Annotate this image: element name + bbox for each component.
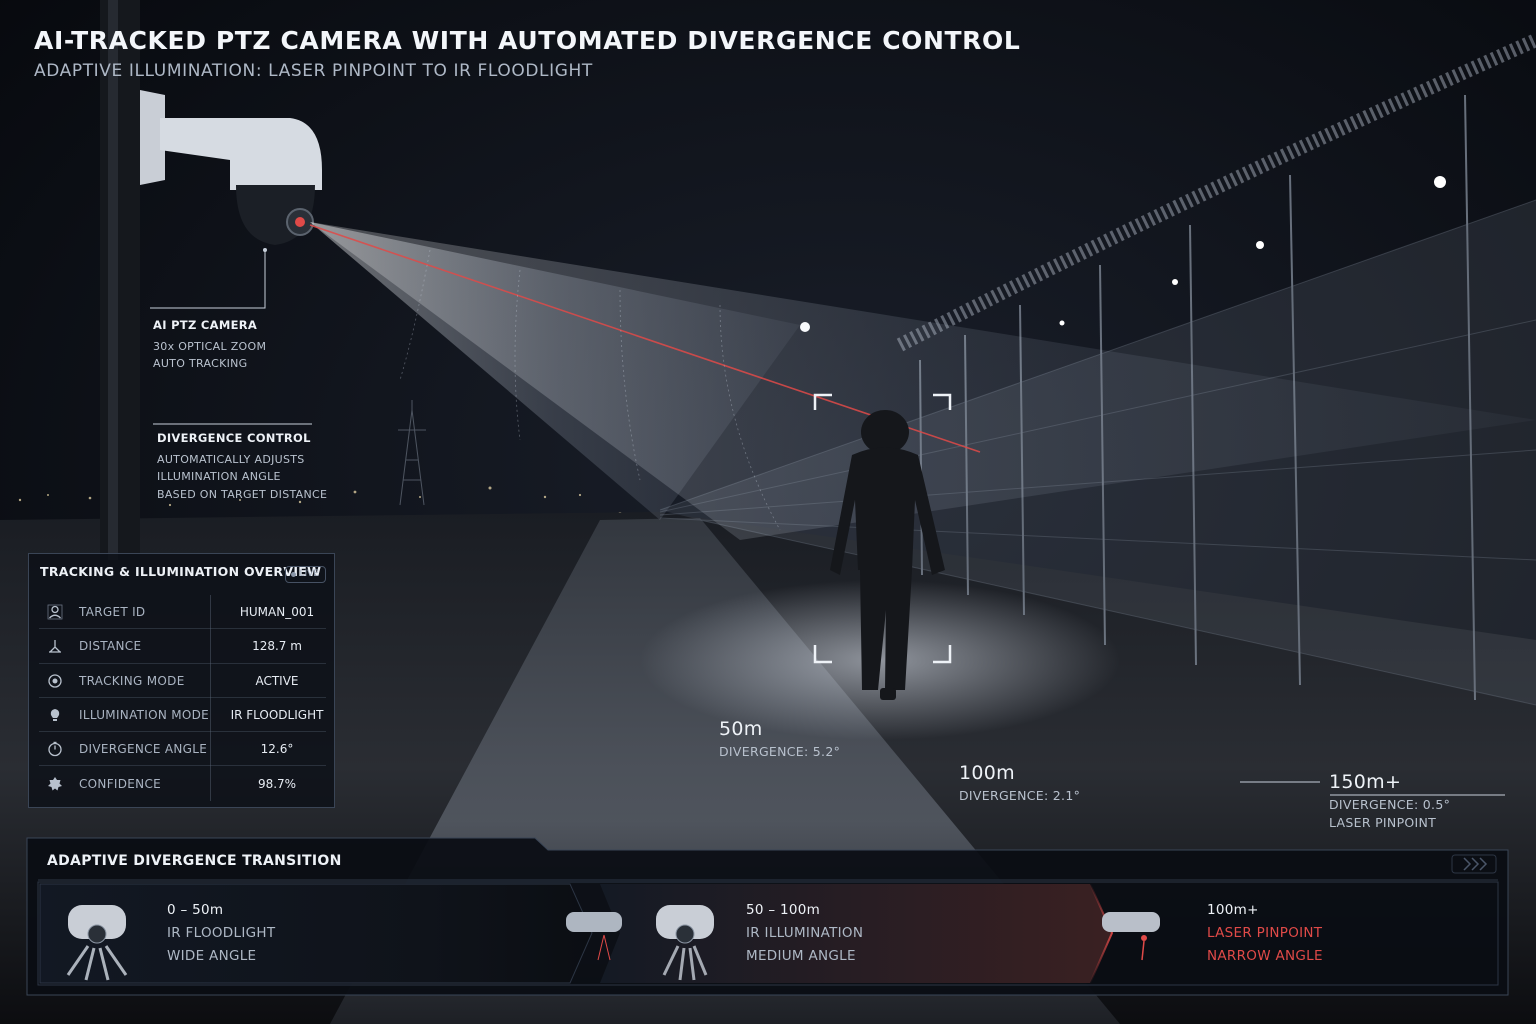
stage-laser-pinpoint: 100m+ LASER PINPOINT NARROW ANGLE bbox=[1207, 899, 1323, 968]
page-header: AI-TRACKED PTZ CAMERA WITH AUTOMATED DIV… bbox=[34, 26, 1020, 81]
page-title: AI-TRACKED PTZ CAMERA WITH AUTOMATED DIV… bbox=[34, 26, 1021, 55]
stage-mode: IR FLOODLIGHT bbox=[167, 925, 276, 941]
overview-title: TRACKING & ILLUMINATION OVERVIEW bbox=[40, 564, 322, 579]
overview-row-distance: DISTANCE 128.7 m bbox=[39, 629, 326, 664]
target-icon bbox=[45, 671, 65, 691]
row-value: 12.6° bbox=[260, 742, 294, 757]
stage-angle: NARROW ANGLE bbox=[1207, 948, 1323, 964]
marker-divergence: DIVERGENCE: 0.5° bbox=[1329, 797, 1451, 812]
overview-row-illumination-mode: ILLUMINATION MODE IR FLOODLIGHT bbox=[39, 698, 326, 733]
row-value: 98.7% bbox=[257, 776, 297, 791]
row-label: CONFIDENCE bbox=[79, 776, 162, 791]
row-value: ACTIVE bbox=[255, 673, 299, 688]
stage-angle: WIDE ANGLE bbox=[167, 948, 257, 964]
stage-range: 50 – 100m bbox=[746, 902, 821, 918]
overview-rows: TARGET ID HUMAN_001 DISTANCE 128.7 m TRA… bbox=[39, 595, 326, 801]
transition-title: ADAPTIVE DIVERGENCE TRANSITION bbox=[47, 853, 342, 869]
overview-row-tracking-mode: TRACKING MODE ACTIVE bbox=[39, 664, 326, 699]
badge-icon bbox=[45, 774, 65, 794]
overview-row-target-id: TARGET ID HUMAN_001 bbox=[39, 595, 326, 630]
stage-ir-illumination: 50 – 100m IR ILLUMINATION MEDIUM ANGLE bbox=[746, 899, 863, 968]
row-value: HUMAN_001 bbox=[239, 605, 315, 620]
stage-floodlight: 0 – 50m IR FLOODLIGHT WIDE ANGLE bbox=[167, 899, 275, 968]
marker-mode: LASER PINPOINT bbox=[1329, 815, 1437, 830]
divergence-callout-title: DIVERGENCE CONTROL bbox=[157, 431, 311, 445]
night-scene-illustration bbox=[0, 0, 1536, 1024]
live-badge[interactable]: LIVE bbox=[285, 566, 326, 583]
angle-icon bbox=[45, 739, 65, 759]
row-label: TRACKING MODE bbox=[79, 673, 185, 688]
marker-50m: 50m DIVERGENCE: 5.2° bbox=[719, 718, 840, 759]
user-icon bbox=[45, 602, 65, 622]
row-label: DIVERGENCE ANGLE bbox=[79, 742, 208, 757]
stage-range: 0 – 50m bbox=[167, 902, 224, 918]
row-value: IR FLOODLIGHT bbox=[230, 708, 324, 723]
live-dot-icon bbox=[291, 572, 297, 577]
camera-callout: AI PTZ CAMERA 30x OPTICAL ZOOM AUTO TRAC… bbox=[153, 317, 266, 373]
page-subtitle: ADAPTIVE ILLUMINATION: LASER PINPOINT TO… bbox=[34, 61, 593, 81]
overview-row-divergence-angle: DIVERGENCE ANGLE 12.6° bbox=[39, 732, 326, 767]
divergence-callout-line: ILLUMINATION ANGLE bbox=[157, 470, 281, 483]
marker-distance: 150m+ bbox=[1329, 771, 1402, 793]
camera-callout-title: AI PTZ CAMERA bbox=[153, 318, 258, 332]
marker-distance: 100m bbox=[959, 762, 1015, 784]
marker-divergence: DIVERGENCE: 5.2° bbox=[719, 744, 841, 759]
row-value: 128.7 m bbox=[252, 639, 302, 654]
divergence-callout-line: AUTOMATICALLY ADJUSTS bbox=[157, 452, 305, 466]
lightbulb-icon bbox=[45, 705, 65, 725]
distance-icon bbox=[45, 636, 65, 656]
row-label: ILLUMINATION MODE bbox=[79, 708, 210, 723]
marker-150m: 150m+ DIVERGENCE: 0.5° LASER PINPOINT bbox=[1329, 771, 1450, 832]
marker-distance: 50m bbox=[719, 718, 763, 740]
divergence-callout-line: BASED ON TARGET DISTANCE bbox=[157, 487, 328, 501]
marker-100m: 100m DIVERGENCE: 2.1° bbox=[959, 762, 1080, 803]
camera-callout-line: AUTO TRACKING bbox=[153, 357, 248, 370]
row-label: TARGET ID bbox=[79, 605, 146, 620]
stage-range: 100m+ bbox=[1207, 902, 1259, 918]
stage-mode: LASER PINPOINT bbox=[1207, 925, 1323, 941]
camera-callout-line: 30x OPTICAL ZOOM bbox=[153, 339, 267, 353]
divergence-callout: DIVERGENCE CONTROL AUTOMATICALLY ADJUSTS… bbox=[157, 430, 327, 503]
overview-row-confidence: CONFIDENCE 98.7% bbox=[39, 766, 326, 800]
stage-mode: IR ILLUMINATION bbox=[746, 925, 864, 941]
stage-angle: MEDIUM ANGLE bbox=[746, 948, 856, 964]
live-label: LIVE bbox=[299, 569, 319, 579]
marker-divergence: DIVERGENCE: 2.1° bbox=[959, 788, 1081, 803]
row-label: DISTANCE bbox=[79, 639, 142, 654]
tracking-overview-panel: TRACKING & ILLUMINATION OVERVIEW LIVE TA… bbox=[28, 553, 335, 808]
